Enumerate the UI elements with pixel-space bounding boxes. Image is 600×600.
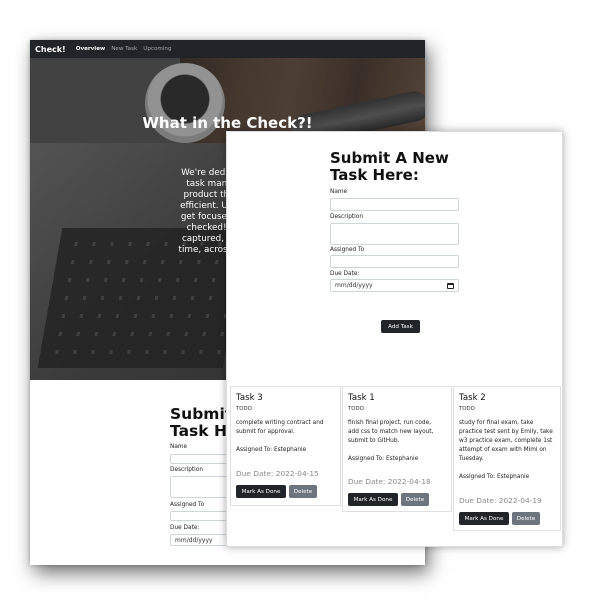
navbar: Check! Overview New Task Upcoming [30, 40, 425, 58]
background-due-date-label: Due Date: [170, 525, 200, 531]
task-status: TODO [348, 406, 364, 412]
task-title: Task 3 [236, 393, 263, 403]
background-description-label: Description [170, 467, 204, 473]
due-date-placeholder: mm/dd/yyyy [335, 282, 373, 289]
nav-link-new-task[interactable]: New Task [111, 46, 137, 52]
assigned-to-input[interactable] [330, 255, 459, 268]
task-assigned-to: Assigned To: Estephanie [348, 456, 419, 462]
task-due-date: Due Date: 2022-04-18 [348, 477, 431, 486]
task-description-line: complete writing contract and [236, 420, 324, 426]
background-due-date-input[interactable]: mm/dd/yyyy [170, 534, 230, 546]
task-card-list: Task 3 TODO complete writing contract an… [230, 386, 561, 546]
mark-as-done-button[interactable]: Mark As Done [236, 485, 286, 498]
background-name-label: Name [170, 444, 188, 450]
task-description-line: practice test sent by Emily, take [459, 429, 553, 435]
task-assigned-to: Assigned To: Estephanie [459, 474, 530, 480]
background-name-input[interactable] [170, 454, 230, 464]
foreground-browser-window: Submit A New Task Here: Name Description… [226, 131, 563, 547]
task-title: Task 2 [459, 393, 486, 403]
calendar-icon[interactable] [447, 282, 454, 289]
task-description-line: Tuesday. [459, 456, 484, 462]
task-card: Task 3 TODO complete writing contract an… [230, 386, 341, 506]
background-assigned-input[interactable] [170, 511, 230, 521]
task-description-line: finish final project, run code, [348, 420, 432, 426]
background-assigned-label: Assigned To [170, 502, 205, 508]
task-due-date: Due Date: 2022-04-19 [459, 496, 542, 505]
task-description-line: submit to GitHub. [348, 438, 400, 444]
task-title: Task 1 [348, 393, 375, 403]
task-description-line: study for final exam, take [459, 420, 534, 426]
brand-logo[interactable]: Check! [35, 45, 66, 54]
task-card: Task 1 TODO finish final project, run co… [342, 386, 452, 512]
due-date-label: Due Date: [330, 271, 360, 277]
delete-button[interactable]: Delete [512, 512, 540, 525]
mark-as-done-button[interactable]: Mark As Done [348, 493, 398, 506]
task-description: finish final project, run code, add css … [348, 419, 433, 446]
nav-link-upcoming[interactable]: Upcoming [143, 46, 171, 52]
name-label: Name [330, 189, 348, 195]
delete-button[interactable]: Delete [401, 493, 429, 506]
name-input[interactable] [330, 198, 459, 211]
form-title: Submit A New Task Here: [330, 149, 449, 184]
nav-link-overview[interactable]: Overview [76, 46, 105, 52]
task-due-date: Due Date: 2022-04-15 [236, 469, 319, 478]
task-description-line: w3 practice exam, complete 1st [459, 438, 553, 444]
mark-as-done-button[interactable]: Mark As Done [459, 512, 509, 525]
task-description: study for final exam, take practice test… [459, 419, 553, 464]
due-date-input[interactable]: mm/dd/yyyy [330, 279, 459, 292]
task-status: TODO [459, 406, 475, 412]
background-description-input[interactable] [170, 476, 230, 498]
assigned-to-label: Assigned To [330, 247, 365, 253]
delete-button[interactable]: Delete [289, 485, 317, 498]
description-label: Description [330, 214, 364, 220]
task-assigned-to: Assigned To: Estephanie [236, 447, 307, 453]
hero-title: What in the Check?! [142, 114, 313, 132]
task-status: TODO [236, 406, 252, 412]
task-description-line: submit for approval. [236, 429, 295, 435]
task-description-line: add css to match new layout, [348, 429, 434, 435]
add-task-button[interactable]: Add Task [381, 320, 420, 333]
task-description-line: attempt of exam with Mimi on [459, 447, 547, 453]
description-input[interactable] [330, 223, 459, 245]
task-description: complete writing contract and submit for… [236, 419, 324, 437]
task-card: Task 2 TODO study for final exam, take p… [453, 386, 561, 531]
